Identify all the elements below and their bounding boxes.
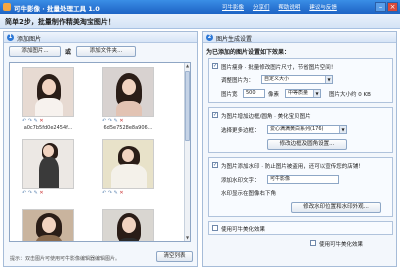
section-title: 为已添加的图片设置如下效果： [206, 49, 291, 56]
beautify-group: 使用可牛美化效果 [208, 221, 393, 235]
beautify-checkbox[interactable] [212, 225, 218, 231]
list-item[interactable]: ↶ ↷ ✎ ✕ [14, 139, 82, 197]
image-thumbnail[interactable] [102, 139, 154, 189]
list-item[interactable]: ↶ ↷ ✎ ✕ [94, 139, 162, 197]
chevron-down-icon: ▼ [325, 76, 332, 83]
left-panel-title: 添加图片 [17, 36, 42, 43]
border-style-select[interactable]: 爱心满满黄白系列(176) ▼ [267, 125, 347, 134]
scroll-down-icon[interactable]: ▼ [185, 235, 190, 241]
border-settings-button[interactable]: 修改边框及圆角设置... [267, 139, 347, 150]
watermark-label: 为图片添加水印 · 防止图片被盗用，还可以宣传您的店铺！ [221, 164, 364, 170]
list-item[interactable]: ↶ ↷ ✎ ✕ 6d5e7528e8a906... [94, 67, 162, 131]
title-bar: 可牛影像 · 批量处理工具 1.0 可牛影像 分享们 帮助说明 建议与反馈 – × [0, 0, 400, 14]
resize-group: ✓ 图片瘦身 · 批量修改图片尺寸，节省图片空间！ 调整图片为： 自定义大小 ▼… [208, 58, 393, 103]
window-controls: – × [374, 2, 398, 12]
list-item[interactable]: ↶ ↷ ✎ ✕ a0c7b5fd0e2454f... [14, 67, 82, 131]
settings-panel: 2 图片生成设置 为已添加的图片设置如下效果： ✓ 图片瘦身 · 批量修改图片尺… [202, 31, 397, 267]
window-title: 可牛影像 · 批量处理工具 1.0 [14, 5, 100, 13]
image-filename: a0c7b5fd0e2454f... [23, 125, 73, 131]
rotate-right-icon[interactable]: ↷ [28, 190, 32, 196]
minimize-icon[interactable]: – [375, 2, 386, 12]
quality-select[interactable]: 中等质量 ▼ [285, 89, 321, 98]
banner-text: 简单2步，批量制作精美淘宝图片！ [5, 18, 115, 26]
thumbnail-tools: ↶ ↷ ✎ ✕ [14, 190, 82, 197]
scrollbar-thumb[interactable] [185, 71, 190, 141]
right-panel-title: 图片生成设置 [216, 36, 253, 43]
close-icon[interactable]: × [387, 2, 398, 12]
watermark-group: ✓ 为图片添加水印 · 防止图片被盗用，还可以宣传您的店铺！ 添加水印文字： 可… [208, 157, 393, 217]
px-label: 像素 [268, 92, 280, 98]
edit-icon[interactable]: ✎ [114, 118, 118, 124]
image-thumbnail[interactable] [102, 67, 154, 117]
rotate-left-icon[interactable]: ↶ [22, 190, 26, 196]
right-panel-header: 2 图片生成设置 [203, 32, 396, 43]
step-number: 2 [206, 34, 213, 41]
image-thumbnail[interactable] [22, 139, 74, 189]
width-input[interactable]: 500 [243, 89, 265, 98]
beautify-checkbox-2[interactable] [310, 240, 316, 246]
banner: 简单2步，批量制作精美淘宝图片！ [0, 14, 400, 29]
watermark-checkbox[interactable]: ✓ [212, 162, 218, 168]
border-style-label: 选择更多边框： [221, 128, 260, 134]
header-links: 可牛影像 分享们 帮助说明 建议与反馈 [222, 3, 344, 11]
image-thumbnail[interactable] [102, 209, 154, 241]
image-list[interactable]: ↶ ↷ ✎ ✕ a0c7b5fd0e2454f... ↶ ↷ ✎ ✕ 6d5e7… [9, 62, 191, 242]
list-item[interactable] [14, 209, 82, 241]
list-item[interactable] [94, 209, 162, 241]
delete-icon[interactable]: ✕ [39, 190, 43, 196]
resize-checkbox[interactable]: ✓ [212, 63, 218, 69]
delete-icon[interactable]: ✕ [119, 118, 123, 124]
beautify-label: 使用可牛美化效果 [221, 227, 266, 233]
watermark-text-label: 添加水印文字： [221, 178, 260, 184]
add-folder-button[interactable]: 添加文件夹... [76, 46, 136, 57]
image-filename: 6d5e7528e8a906... [103, 125, 153, 131]
chevron-down-icon: ▼ [339, 126, 346, 133]
link-help[interactable]: 帮助说明 [278, 3, 300, 11]
rotate-right-icon[interactable]: ↷ [28, 118, 32, 124]
thumbnail-tools: ↶ ↷ ✎ ✕ [94, 118, 162, 125]
clear-list-button[interactable]: 清空列表 [156, 251, 193, 262]
rotate-left-icon[interactable]: ↶ [102, 190, 106, 196]
link-keniu[interactable]: 可牛影像 [222, 3, 244, 11]
size-label: 调整图片为： [221, 78, 255, 84]
size-select[interactable]: 自定义大小 ▼ [261, 75, 333, 84]
image-thumbnail[interactable] [22, 67, 74, 117]
scroll-up-icon[interactable]: ▲ [185, 63, 190, 69]
border-label: 为图片增加边框/圆角 · 美化宝贝图片 [221, 114, 311, 120]
delete-icon[interactable]: ✕ [39, 118, 43, 124]
left-panel-header: 1 添加图片 [4, 32, 197, 43]
resize-label: 图片瘦身 · 批量修改图片尺寸，节省图片空间！ [221, 65, 337, 71]
beautify-label-2: 使用可牛美化效果 [319, 242, 364, 248]
width-label: 图片宽 [221, 92, 238, 98]
watermark-position-label: 水印显示在图像右下角 [221, 191, 277, 197]
edit-icon[interactable]: ✎ [34, 190, 38, 196]
rotate-right-icon[interactable]: ↷ [108, 118, 112, 124]
link-share[interactable]: 分享们 [253, 3, 270, 11]
image-size-estimate: 图片大小约 0 KB [329, 92, 371, 98]
add-image-button[interactable]: 添加图片... [9, 46, 61, 57]
rotate-right-icon[interactable]: ↷ [108, 190, 112, 196]
app-icon [3, 3, 11, 11]
edit-icon[interactable]: ✎ [114, 190, 118, 196]
border-group: ✓ 为图片增加边框/圆角 · 美化宝贝图片 选择更多边框： 爱心满满黄白系列(1… [208, 107, 393, 153]
or-label: 或 [65, 49, 72, 56]
link-feedback[interactable]: 建议与反馈 [309, 3, 337, 11]
watermark-settings-button[interactable]: 修改水印位置和水印外观... [291, 202, 381, 213]
edit-icon[interactable]: ✎ [34, 118, 38, 124]
hint-text: 提示：双击图片可使用可牛影像编辑器编辑图片。 [10, 256, 121, 262]
rotate-left-icon[interactable]: ↶ [22, 118, 26, 124]
rotate-left-icon[interactable]: ↶ [102, 118, 106, 124]
thumbnail-tools: ↶ ↷ ✎ ✕ [14, 118, 82, 125]
step-number: 1 [7, 34, 14, 41]
image-thumbnail[interactable] [22, 209, 74, 241]
border-checkbox[interactable]: ✓ [212, 112, 218, 118]
add-images-panel: 1 添加图片 添加图片... 或 添加文件夹... ↶ ↷ ✎ ✕ a0c7b5… [3, 31, 198, 267]
thumbnail-tools: ↶ ↷ ✎ ✕ [94, 190, 162, 197]
watermark-text-input[interactable]: 可牛影像 [267, 175, 339, 184]
delete-icon[interactable]: ✕ [119, 190, 123, 196]
image-list-scrollbar[interactable]: ▲ ▼ [184, 63, 190, 241]
chevron-down-icon: ▼ [313, 90, 320, 97]
